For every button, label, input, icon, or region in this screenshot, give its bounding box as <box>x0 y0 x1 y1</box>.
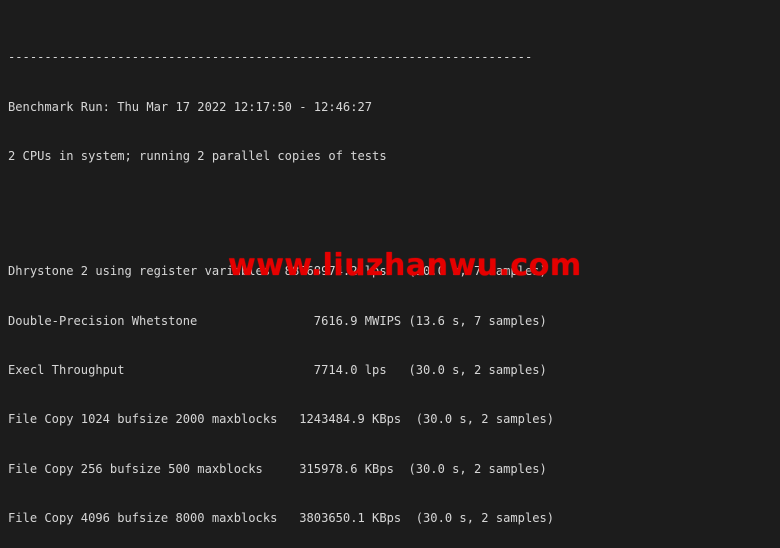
raw-result-row: File Copy 4096 bufsize 8000 maxblocks 38… <box>8 510 554 526</box>
raw-result-row: File Copy 256 bufsize 500 maxblocks 3159… <box>8 461 554 477</box>
raw-result-row: Execl Throughput 7714.0 lps (30.0 s, 2 s… <box>8 362 554 378</box>
cpu-count-line: 2 CPUs in system; running 2 parallel cop… <box>8 148 554 164</box>
raw-result-row: Dhrystone 2 using register variables 887… <box>8 263 554 279</box>
terminal-output: ----------------------------------------… <box>8 0 554 548</box>
benchmark-run-line: Benchmark Run: Thu Mar 17 2022 12:17:50 … <box>8 99 554 115</box>
terminal-window: ----------------------------------------… <box>0 0 780 548</box>
raw-result-row: File Copy 1024 bufsize 2000 maxblocks 12… <box>8 411 554 427</box>
spacer-1 <box>8 197 554 213</box>
header-rule: ----------------------------------------… <box>8 49 554 65</box>
raw-result-row: Double-Precision Whetstone 7616.9 MWIPS … <box>8 313 554 329</box>
